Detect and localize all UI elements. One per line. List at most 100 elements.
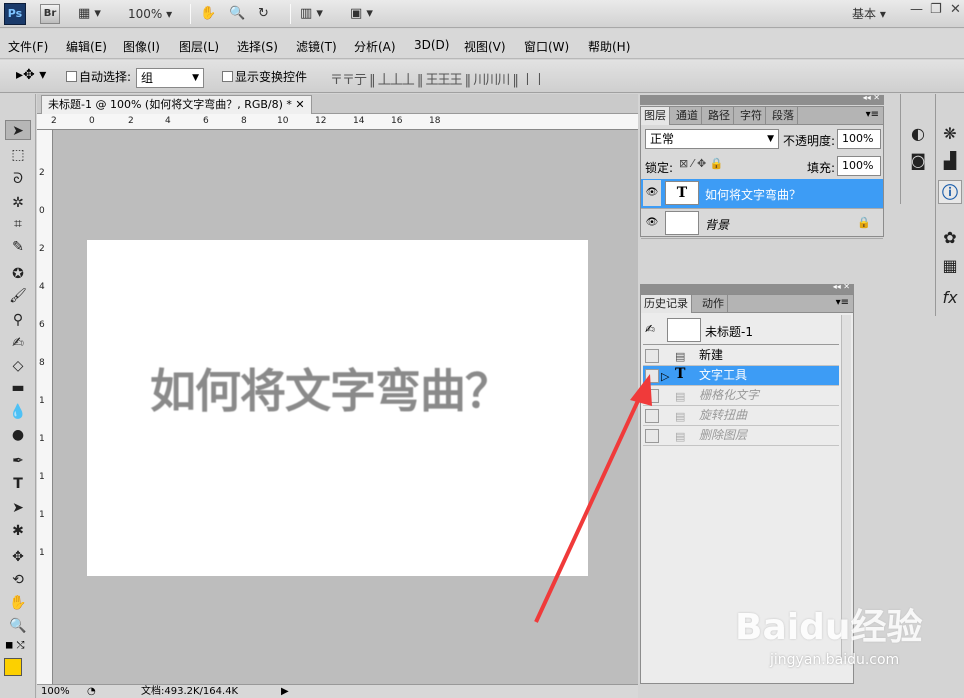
navigator-icon[interactable]: ◐ <box>906 122 930 146</box>
fill-input[interactable]: 100% <box>837 156 881 176</box>
auto-select-checkbox[interactable] <box>66 71 77 82</box>
path-selection-icon[interactable]: ➤ <box>5 498 31 518</box>
zoom-tool-icon[interactable]: 🔍 <box>5 616 31 636</box>
history-item[interactable]: ▤ 新建 <box>643 346 839 366</box>
pen-tool-icon[interactable]: ✒ <box>5 451 31 471</box>
shape-tool-icon[interactable]: ✱ <box>5 521 31 541</box>
history-item[interactable]: ▤ 删除图层 <box>643 426 839 446</box>
collapsed-panels-column: ◐ ◙ <box>900 94 935 204</box>
layer-row[interactable]: 👁 背景 🔒 <box>641 209 883 239</box>
status-info-icon[interactable]: ◔ <box>87 685 96 698</box>
fx-icon[interactable]: fx <box>938 286 962 310</box>
brushes-icon[interactable]: ✿ <box>938 226 962 250</box>
show-transform-checkbox[interactable] <box>222 71 233 82</box>
zoom-icon[interactable]: 🔍 <box>229 3 245 25</box>
crop-tool-icon[interactable]: ⌗ <box>5 214 31 234</box>
3d-orbit-icon[interactable]: ⟲ <box>5 570 31 590</box>
history-item[interactable]: ▤ 栅格化文字 <box>643 386 839 406</box>
screen-mode-icon[interactable]: ▣ ▾ <box>350 3 373 25</box>
eraser-icon[interactable]: ◇ <box>5 356 31 376</box>
lasso-tool-icon[interactable]: ᘐ <box>5 169 31 189</box>
styles-icon[interactable]: ❋ <box>938 122 962 146</box>
menu-select[interactable]: 选择(S) <box>237 38 278 55</box>
tab-layers[interactable]: 图层 <box>641 107 670 125</box>
dodge-tool-icon[interactable]: ● <box>5 425 31 445</box>
history-item[interactable]: ▤ 旋转扭曲 <box>643 406 839 426</box>
close-tab-icon[interactable]: ✕ <box>295 98 304 111</box>
clone-stamp-icon[interactable]: ⚲ <box>5 310 31 330</box>
history-panel-header[interactable]: ◂◂ ✕ <box>640 282 854 294</box>
mask-icon[interactable]: ◙ <box>906 149 930 173</box>
eye-icon[interactable]: 👁 <box>643 210 661 236</box>
history-brush-icon[interactable]: ✍ <box>5 333 31 353</box>
menu-analysis[interactable]: 分析(A) <box>354 38 396 55</box>
menu-image[interactable]: 图像(I) <box>123 38 160 55</box>
workspace-dropdown[interactable]: 基本 ▾ <box>852 3 886 25</box>
menu-help[interactable]: 帮助(H) <box>588 38 630 55</box>
minimize-button[interactable]: — <box>910 2 923 17</box>
lock-icons[interactable]: ⊠ ⁄ ✥ 🔒 <box>679 157 723 170</box>
menu-layer[interactable]: 图层(L) <box>179 38 219 55</box>
snapshot-row[interactable]: ✍ 未标题-1 <box>643 317 839 345</box>
blend-mode-dropdown[interactable]: 正常 ▼ <box>645 129 779 149</box>
auto-select-dropdown[interactable]: 组 ▼ <box>136 68 204 88</box>
blur-tool-icon[interactable]: 💧 <box>5 402 31 422</box>
tab-character[interactable]: 字符 <box>737 107 766 125</box>
bridge-button[interactable]: Br <box>40 4 60 24</box>
3d-rotate-icon[interactable]: ✥ <box>5 547 31 567</box>
eye-icon[interactable]: 👁 <box>643 180 661 206</box>
layer-name[interactable]: 如何将文字弯曲？ <box>705 186 801 203</box>
status-menu-arrow-icon[interactable]: ▶ <box>281 685 289 698</box>
tab-paragraph[interactable]: 段落 <box>769 107 798 125</box>
history-brush-source-icon[interactable]: ✍ <box>645 322 655 336</box>
magic-wand-icon[interactable]: ✲ <box>5 193 31 213</box>
marquee-tool-icon[interactable]: ⬚ <box>5 145 31 165</box>
type-tool-icon[interactable]: T <box>5 474 31 494</box>
layer-name[interactable]: 背景 <box>705 216 729 233</box>
ruler-top-label: 8 <box>241 116 247 126</box>
move-tool-icon[interactable]: ➤ <box>5 120 31 140</box>
healing-brush-icon[interactable]: ✪ <box>5 264 31 284</box>
zoom-level-dropdown[interactable]: 100% ▾ <box>128 3 172 25</box>
hand-tool-icon[interactable]: ✋ <box>5 593 31 613</box>
status-zoom[interactable]: 100% <box>41 685 70 698</box>
document-tab[interactable]: 未标题-1 @ 100% (如何将文字弯曲？, RGB/8) * ✕ <box>41 95 312 114</box>
rotate-icon[interactable]: ↻ <box>258 3 269 25</box>
panel-menu-icon[interactable]: ▾≡ <box>866 109 879 120</box>
brush-tool-icon[interactable]: 🖌 <box>5 286 31 306</box>
gradient-tool-icon[interactable]: ▬ <box>5 378 31 398</box>
tab-actions[interactable]: 动作 <box>699 295 728 313</box>
layers-panel-header[interactable]: ◂◂ ✕ <box>640 93 884 105</box>
history-checkbox[interactable] <box>645 349 659 363</box>
tab-history[interactable]: 历史记录 <box>641 295 692 313</box>
foreground-color-swatch[interactable] <box>4 658 22 676</box>
align-buttons-group[interactable]: 〒〒亍 ‖ 丄丄丄 ‖ 王王王 ‖ 川川川 ‖ 丨丨 <box>330 69 546 88</box>
swatches-icon[interactable]: ▦ <box>938 254 962 278</box>
info-icon[interactable]: ⓘ <box>938 180 962 204</box>
tab-channels[interactable]: 通道 <box>673 107 702 125</box>
menu-window[interactable]: 窗口(W) <box>524 38 569 55</box>
menu-3d[interactable]: 3D(D) <box>414 38 449 52</box>
move-tool-preset-icon[interactable]: ▸✥ ▾ <box>16 67 46 83</box>
opacity-input[interactable]: 100% <box>837 129 881 149</box>
menu-edit[interactable]: 编辑(E) <box>66 38 107 55</box>
view-extras-icon[interactable]: ▦ ▾ <box>78 3 101 25</box>
swap-colors-icon[interactable]: ◼ ⤭ <box>5 640 24 651</box>
collapse-icon[interactable]: ◂◂ ✕ <box>863 93 880 102</box>
ruler-left-label: 1 <box>39 396 45 406</box>
histogram-icon[interactable]: ▟ <box>938 149 962 173</box>
maximize-button[interactable]: ❐ <box>930 2 942 17</box>
history-item[interactable]: ▷ T 文字工具 <box>643 366 839 386</box>
tab-paths[interactable]: 路径 <box>705 107 734 125</box>
eyedropper-icon[interactable]: ✎ <box>5 237 31 257</box>
menu-filter[interactable]: 滤镜(T) <box>296 38 337 55</box>
close-button[interactable]: ✕ <box>950 2 961 17</box>
workspace-label: 基本 <box>852 7 877 21</box>
layer-row[interactable]: 👁 T 如何将文字弯曲？ <box>641 179 883 209</box>
panel-menu-icon[interactable]: ▾≡ <box>836 297 849 308</box>
hand-icon[interactable]: ✋ <box>200 3 216 25</box>
collapse-icon[interactable]: ◂◂ ✕ <box>833 282 850 291</box>
menu-view[interactable]: 视图(V) <box>464 38 506 55</box>
menu-file[interactable]: 文件(F) <box>8 38 48 55</box>
arrange-icon[interactable]: ▥ ▾ <box>300 3 323 25</box>
